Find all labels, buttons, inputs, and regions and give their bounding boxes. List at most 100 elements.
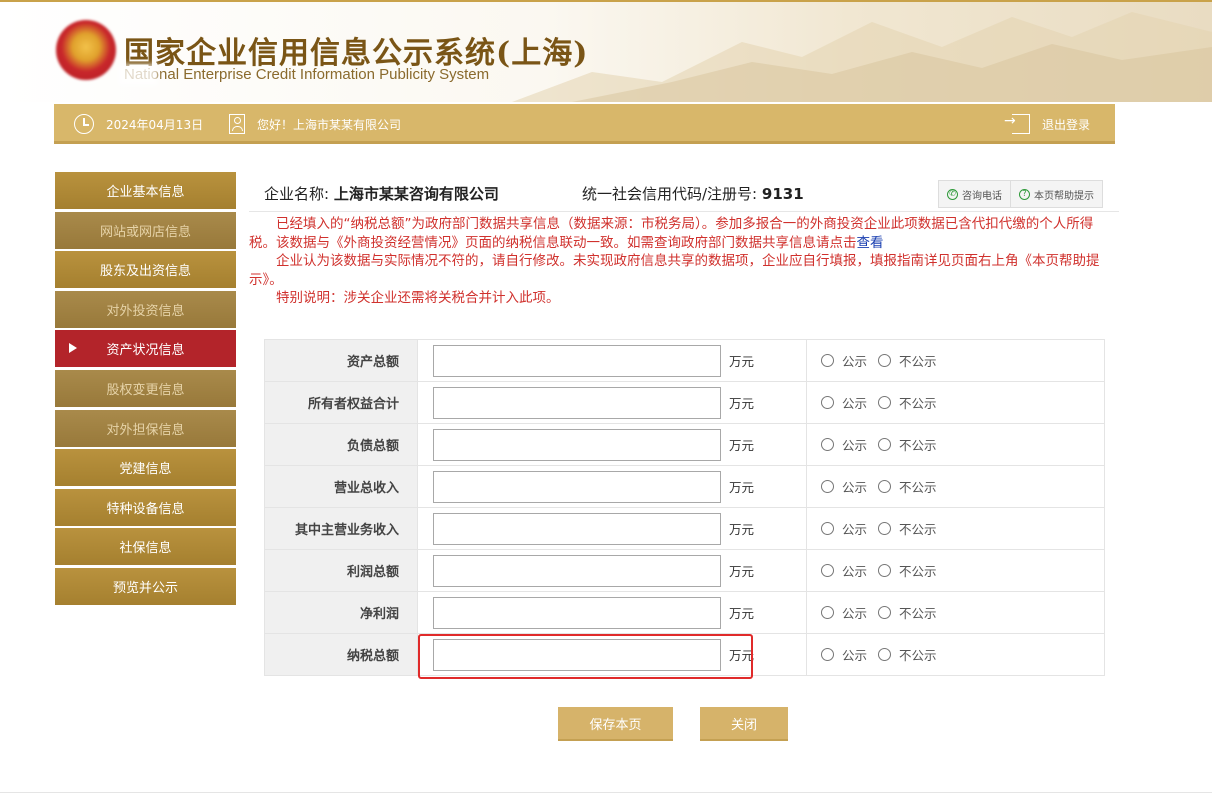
sidebar-item-label: 社保信息 xyxy=(119,541,172,557)
sidebar-item-party[interactable]: 党建信息 xyxy=(55,449,236,487)
visibility-options: 公示 不公示 xyxy=(806,591,1105,634)
sidebar-item-preview[interactable]: 预览并公示 xyxy=(55,567,236,605)
view-link[interactable]: 查看 xyxy=(857,235,884,251)
company-name-label: 企业名称: xyxy=(264,185,330,203)
help-tip-button[interactable]: ? 本页帮助提示 xyxy=(1011,180,1103,208)
sidebar-item-guarantee[interactable]: 对外担保信息 xyxy=(55,409,236,447)
field-input-cell: 万元 xyxy=(417,381,807,424)
amount-input[interactable] xyxy=(433,470,721,503)
company-name-value: 上海市某某咨询有限公司 xyxy=(333,185,499,203)
private-radio[interactable] xyxy=(878,438,892,451)
phone-button[interactable]: ✆ 咨询电话 xyxy=(938,180,1011,208)
unit-label: 万元 xyxy=(729,480,755,495)
blur-redaction xyxy=(118,64,158,86)
public-radio[interactable] xyxy=(821,438,834,451)
form-row: 营业总收入 万元 公示 不公示 xyxy=(264,465,1105,508)
public-label: 公示 xyxy=(842,564,868,579)
public-radio[interactable] xyxy=(821,522,834,535)
help-icon: ? xyxy=(1019,188,1030,200)
private-label: 不公示 xyxy=(899,438,937,453)
greeting-text: 您好！上海市某某有限公司 xyxy=(257,117,402,132)
form-row: 纳税总额 万元 公示 不公示 xyxy=(264,633,1105,676)
close-button[interactable]: 关闭 xyxy=(700,707,788,741)
field-label: 所有者权益合计 xyxy=(264,381,418,424)
notice-paragraph: 特别说明：涉关企业还需将关税合并计入此项。 xyxy=(276,290,560,306)
amount-input[interactable] xyxy=(433,554,721,587)
sidebar-item-assets[interactable]: 资产状况信息 xyxy=(55,330,236,368)
amount-input[interactable] xyxy=(433,386,721,419)
public-radio[interactable] xyxy=(821,396,834,409)
amount-input[interactable] xyxy=(433,512,721,545)
sidebar-item-investment[interactable]: 对外投资信息 xyxy=(55,290,236,328)
form-row: 资产总额 万元 公示 不公示 xyxy=(264,339,1105,382)
public-radio[interactable] xyxy=(821,480,834,493)
sidebar-item-social-security[interactable]: 社保信息 xyxy=(55,528,236,566)
field-label: 营业总收入 xyxy=(264,465,418,508)
field-label: 纳税总额 xyxy=(264,633,418,676)
sidebar-item-label: 股权变更信息 xyxy=(106,382,185,398)
field-input-cell: 万元 xyxy=(417,465,807,508)
site-header: 国家企业信用信息公示系统(上海) National Enterprise Cre… xyxy=(0,2,1212,102)
private-label: 不公示 xyxy=(899,606,937,621)
unit-label: 万元 xyxy=(729,648,755,663)
private-label: 不公示 xyxy=(899,522,937,537)
private-radio[interactable] xyxy=(878,396,892,409)
public-label: 公示 xyxy=(842,438,868,453)
unit-label: 万元 xyxy=(729,438,755,453)
sidebar-item-basic-info[interactable]: 企业基本信息 xyxy=(55,172,236,209)
sidebar-item-shareholders[interactable]: 股东及出资信息 xyxy=(55,251,236,289)
amount-input[interactable] xyxy=(433,638,721,671)
form-row: 负债总额 万元 公示 不公示 xyxy=(264,423,1105,466)
public-label: 公示 xyxy=(842,354,868,369)
unit-label: 万元 xyxy=(729,564,755,579)
amount-input[interactable] xyxy=(433,428,721,461)
private-radio[interactable] xyxy=(878,606,892,619)
public-radio[interactable] xyxy=(821,606,834,619)
help-buttons: ✆ 咨询电话 ? 本页帮助提示 xyxy=(938,180,1103,208)
sidebar-item-label: 预览并公示 xyxy=(112,580,178,596)
field-label: 其中主营业务收入 xyxy=(264,507,418,550)
save-button[interactable]: 保存本页 xyxy=(558,707,673,741)
private-radio[interactable] xyxy=(878,522,892,535)
public-label: 公示 xyxy=(842,648,868,663)
field-input-cell: 万元 xyxy=(417,549,807,592)
visibility-options: 公示 不公示 xyxy=(806,423,1105,466)
sidebar-item-website[interactable]: 网站或网店信息 xyxy=(55,211,236,249)
field-input-cell: 万元 xyxy=(417,423,807,466)
private-radio[interactable] xyxy=(878,354,892,367)
field-input-cell: 万元 xyxy=(417,507,807,550)
unit-label: 万元 xyxy=(729,354,755,369)
credit-code-value: 9131 xyxy=(761,185,804,203)
public-radio[interactable] xyxy=(821,648,834,661)
sidebar-item-label: 股东及出资信息 xyxy=(99,264,191,280)
visibility-options: 公示 不公示 xyxy=(806,339,1105,382)
logout-button[interactable]: 退出登录 xyxy=(1004,104,1090,144)
field-label: 净利润 xyxy=(264,591,418,634)
public-label: 公示 xyxy=(842,396,868,411)
private-radio[interactable] xyxy=(878,564,892,577)
visibility-options: 公示 不公示 xyxy=(806,549,1105,592)
sidebar-item-equity-change[interactable]: 股权变更信息 xyxy=(55,369,236,407)
footer-divider xyxy=(0,792,1212,793)
mountain-background xyxy=(512,12,1212,102)
private-radio[interactable] xyxy=(878,648,892,661)
form-row: 利润总额 万元 公示 不公示 xyxy=(264,549,1105,592)
amount-input[interactable] xyxy=(433,596,721,629)
private-label: 不公示 xyxy=(899,396,937,411)
sidebar-item-equipment[interactable]: 特种设备信息 xyxy=(55,488,236,526)
public-label: 公示 xyxy=(842,480,868,495)
sidebar-nav: 企业基本信息 网站或网店信息 股东及出资信息 对外投资信息 资产状况信息 股权变… xyxy=(55,172,236,608)
notice-p1: 已经填入的“纳税总额”为政府部门数据共享信息（数据来源：市税务局）。参加多报合一… xyxy=(249,216,1094,251)
sidebar-item-label: 特种设备信息 xyxy=(106,501,185,517)
amount-input[interactable] xyxy=(433,344,721,377)
sidebar-item-label: 对外投资信息 xyxy=(106,303,185,319)
public-radio[interactable] xyxy=(821,354,834,367)
form-row: 其中主营业务收入 万元 公示 不公示 xyxy=(264,507,1105,550)
notice-text: 已经填入的“纳税总额”为政府部门数据共享信息（数据来源：市税务局）。参加多报合一… xyxy=(249,215,1117,308)
close-label: 关闭 xyxy=(730,717,757,733)
visibility-options: 公示 不公示 xyxy=(806,507,1105,550)
field-input-cell: 万元 xyxy=(417,339,807,382)
public-radio[interactable] xyxy=(821,564,834,577)
public-label: 公示 xyxy=(842,522,868,537)
private-radio[interactable] xyxy=(878,480,892,493)
